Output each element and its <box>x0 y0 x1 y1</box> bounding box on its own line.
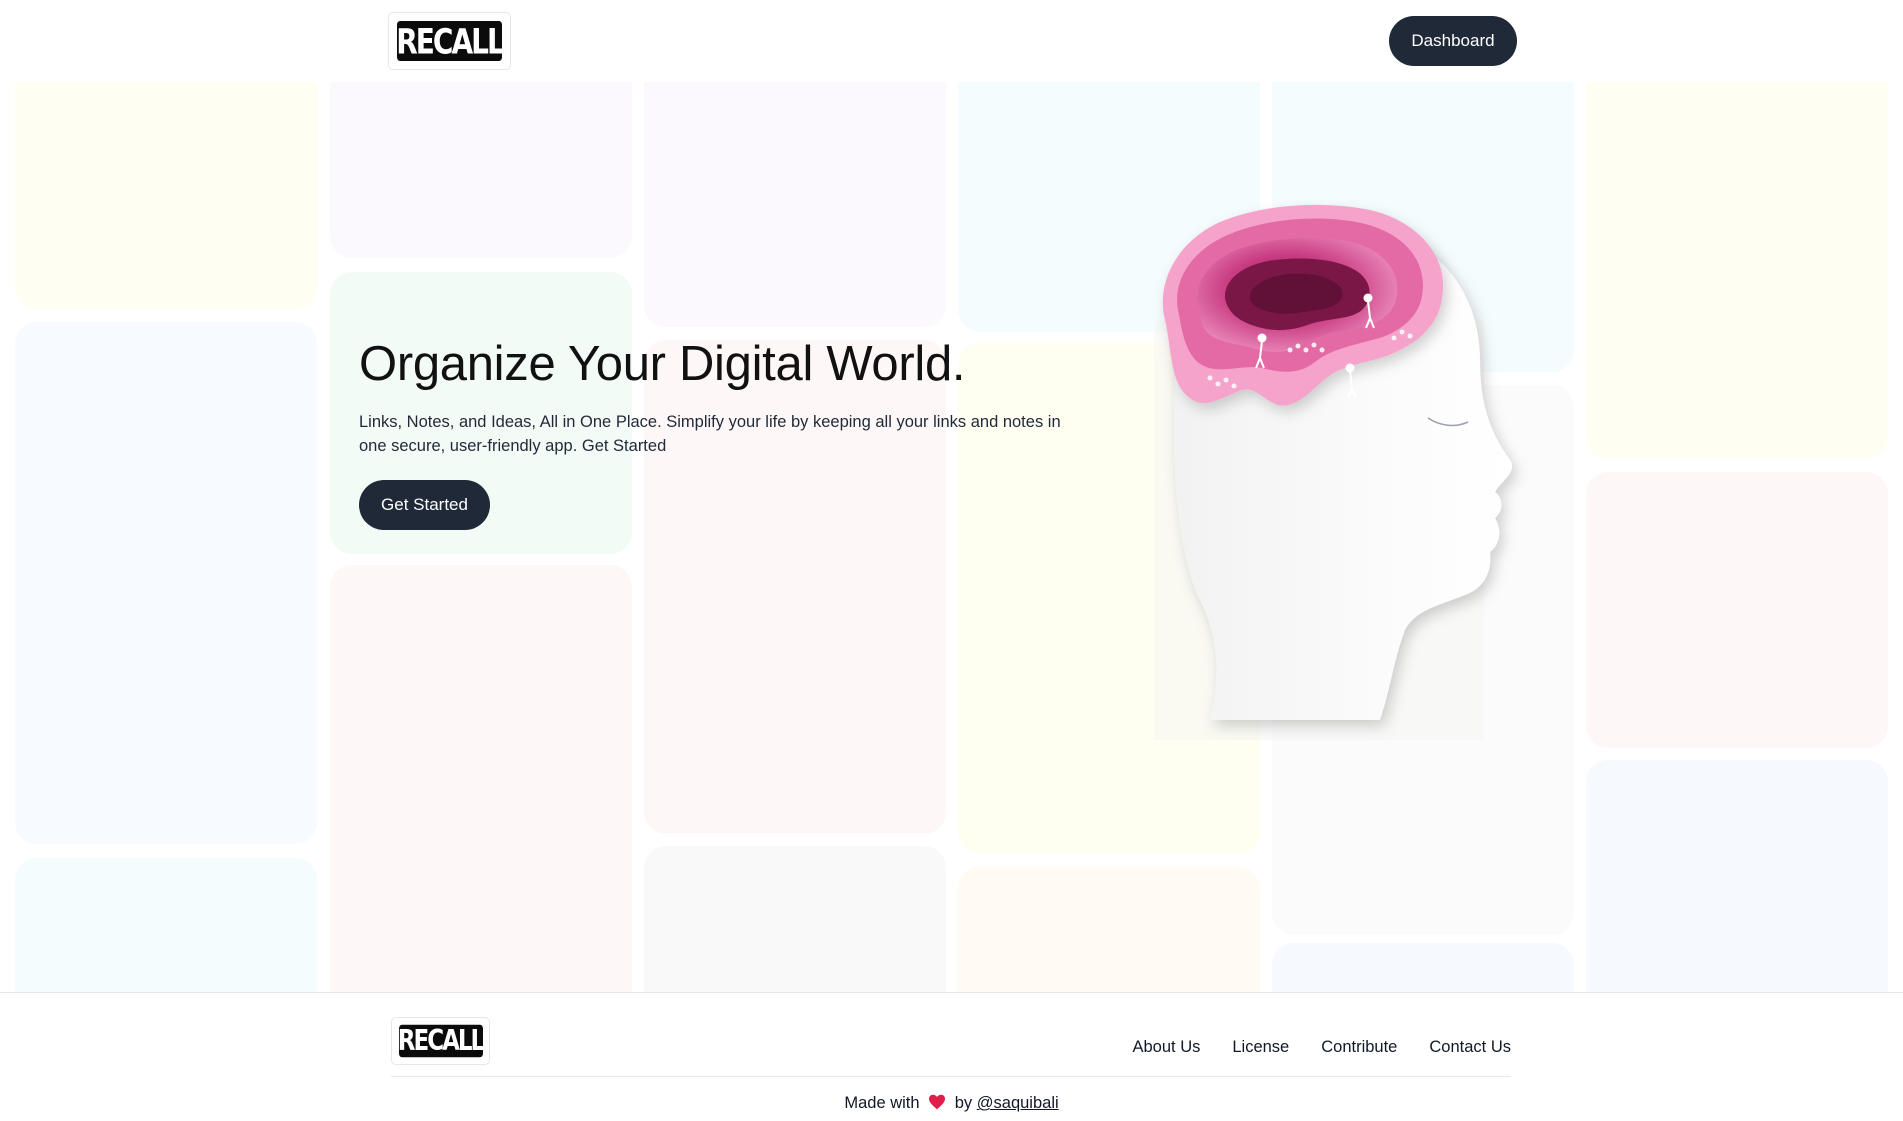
footer-nav: About Us License Contribute Contact Us <box>1132 1038 1511 1057</box>
site-header: RECALL Dashboard <box>0 0 1903 82</box>
bg-tile <box>330 82 632 258</box>
site-footer: RECALL About Us License Contribute Conta… <box>0 992 1903 1121</box>
bg-tile <box>644 846 946 992</box>
made-with-credit: Made with by @saquibali <box>0 1094 1903 1113</box>
footer-link-contact-us[interactable]: Contact Us <box>1429 1038 1511 1057</box>
made-by: by <box>954 1094 973 1112</box>
bg-tile <box>330 565 632 992</box>
bg-tile <box>644 82 946 327</box>
get-started-button[interactable]: Get Started <box>359 479 490 530</box>
author-handle-link[interactable]: @saquibali <box>977 1094 1059 1112</box>
bg-tile <box>1586 472 1888 748</box>
hero-subtitle: Links, Notes, and Ideas, All in One Plac… <box>359 412 1061 455</box>
footer-link-license[interactable]: License <box>1232 1038 1289 1057</box>
bg-tile <box>958 867 1260 992</box>
footer-logo[interactable]: RECALL <box>391 1017 490 1065</box>
hero-title: Organize Your Digital World. <box>359 337 966 391</box>
hero-section: Organize Your Digital World. Links, Note… <box>359 337 1119 530</box>
bg-tile <box>15 82 317 310</box>
bg-tile <box>1586 82 1888 459</box>
footer-logo-text: RECALL <box>397 1024 485 1058</box>
bg-tile <box>1272 943 1574 992</box>
heart-icon <box>929 1094 946 1110</box>
logo[interactable]: RECALL <box>388 12 511 70</box>
footer-link-contribute[interactable]: Contribute <box>1321 1038 1397 1057</box>
made-prefix: Made with <box>844 1094 920 1112</box>
footer-link-about-us[interactable]: About Us <box>1132 1038 1200 1057</box>
background-tiles <box>0 82 1903 992</box>
footer-divider <box>391 1076 1511 1077</box>
brain-illustration <box>1154 204 1513 740</box>
dashboard-button[interactable]: Dashboard <box>1389 16 1517 66</box>
logo-text: RECALL <box>396 20 505 62</box>
bg-tile <box>15 322 317 844</box>
bg-tile <box>1586 760 1888 992</box>
bg-tile <box>15 858 317 992</box>
